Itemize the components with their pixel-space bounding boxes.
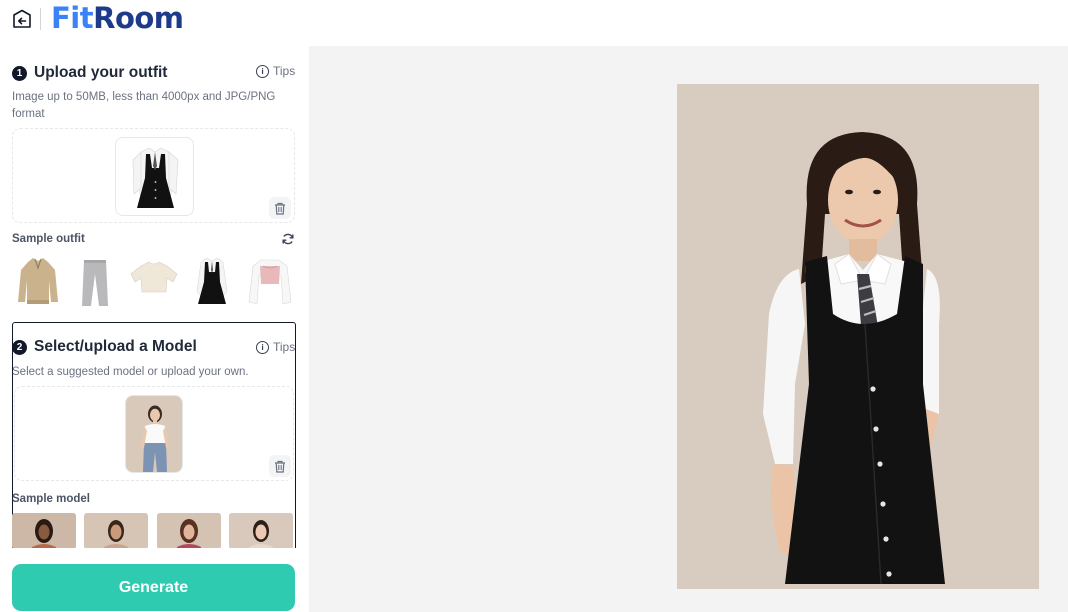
- trash-icon: [275, 460, 285, 473]
- step2-number: 2: [12, 339, 27, 355]
- result-model-photo: [677, 84, 1039, 589]
- crop-top-image: [130, 261, 178, 293]
- sample-model-item[interactable]: [12, 513, 76, 549]
- sample-outfit-item[interactable]: [129, 252, 179, 312]
- sample-outfit-item[interactable]: [70, 252, 120, 312]
- step2-title: 2 Select/upload a Model: [12, 338, 197, 356]
- step1-title-text: Upload your outfit: [34, 64, 168, 81]
- sample-outfit-item[interactable]: [187, 252, 237, 312]
- sample-outfit-item[interactable]: [13, 252, 63, 312]
- logo-fit: Fit: [51, 1, 94, 35]
- back-button[interactable]: [11, 8, 33, 30]
- model-thumb-image: [12, 513, 76, 549]
- refresh-icon[interactable]: [281, 232, 295, 246]
- sweater-image: [18, 258, 58, 304]
- step2-description: Select a suggested model or upload your …: [12, 366, 249, 378]
- step1-tips[interactable]: i Tips: [256, 64, 295, 78]
- uploaded-outfit-thumbnail: [115, 137, 194, 216]
- step1-title: 1 Upload your outfit: [12, 64, 167, 82]
- step1-description: Image up to 50MB, less than 4000px and J…: [12, 91, 276, 120]
- pinafore-dress-image: [196, 257, 228, 304]
- header: FitRoom: [0, 0, 1068, 44]
- info-icon: i: [256, 64, 269, 78]
- model-photo: [141, 405, 169, 472]
- result-preview-image: [677, 84, 1039, 589]
- footer: Generate: [0, 548, 309, 612]
- model-trash-button[interactable]: [269, 455, 291, 477]
- header-divider: [40, 8, 41, 30]
- model-upload-area[interactable]: [14, 386, 294, 481]
- sample-model-item[interactable]: [157, 513, 221, 549]
- corset-top-image: [248, 259, 292, 305]
- step1-tips-label: Tips: [273, 64, 296, 78]
- sample-model-item[interactable]: [84, 513, 148, 549]
- logo-room: Room: [93, 1, 184, 35]
- step2-tips-label: Tips: [273, 340, 296, 354]
- outfit-dress-image: [132, 147, 179, 208]
- fitroom-logo[interactable]: FitRoom: [51, 1, 184, 35]
- generate-button[interactable]: Generate: [12, 564, 295, 611]
- outfit-upload-area[interactable]: [12, 128, 295, 223]
- model-thumb-image: [157, 513, 221, 549]
- trousers-image: [82, 260, 108, 306]
- left-panel: 1 Upload your outfit i Tips Image up to …: [0, 46, 310, 612]
- outfit-trash-button[interactable]: [269, 197, 291, 219]
- uploaded-model-thumbnail: [125, 395, 183, 473]
- trash-icon: [275, 202, 285, 215]
- sample-outfit-label: Sample outfit: [12, 233, 85, 245]
- model-thumb-image: [84, 513, 148, 549]
- step1-number: 1: [12, 65, 27, 81]
- preview-area: [310, 46, 1068, 612]
- sample-outfit-item[interactable]: [245, 252, 295, 312]
- sample-model-label: Sample model: [12, 493, 90, 505]
- info-icon: i: [256, 340, 269, 354]
- step2-title-text: Select/upload a Model: [34, 338, 197, 355]
- step2-tips[interactable]: i Tips: [256, 340, 295, 354]
- sample-model-item[interactable]: [229, 513, 293, 549]
- back-arrow-icon: [13, 9, 31, 28]
- model-thumb-image: [229, 513, 293, 549]
